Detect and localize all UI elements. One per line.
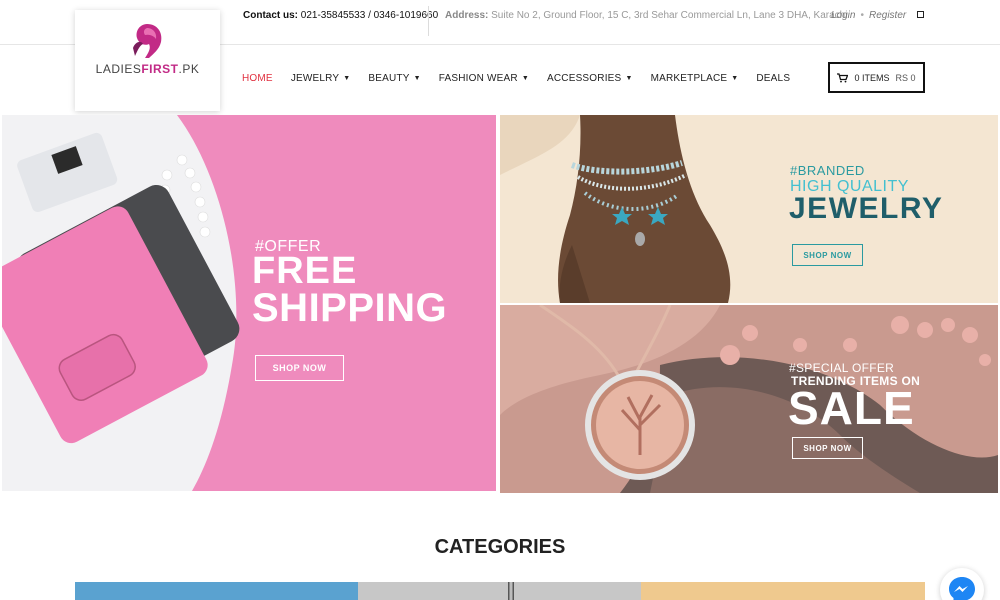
- cart-total: RS 0: [895, 72, 916, 83]
- category-card-3[interactable]: [641, 582, 925, 600]
- messenger-icon: [949, 577, 975, 600]
- pendant-product-image: [500, 305, 998, 493]
- contact-phone: 021-35845533 / 0346-1019660: [300, 10, 439, 21]
- logo-text: LADIESFIRST.PK: [95, 62, 200, 76]
- caret-down-icon: ▼: [413, 75, 421, 82]
- caret-down-icon: ▼: [731, 75, 739, 82]
- banner-heading: SHIPPING: [252, 286, 448, 330]
- main-nav: HOME JEWELRY ▼ BEAUTY ▼ FASHION WEAR ▼ ACCE…: [242, 73, 808, 84]
- banner-jewelry[interactable]: #BRANDED HIGH QUALITY JEWELRY SHOP NOW: [500, 115, 998, 303]
- nav-fashion-wear[interactable]: FASHION WEAR ▼: [439, 73, 529, 84]
- dot-separator: •: [860, 10, 864, 21]
- banner-tag: #BRANDED: [790, 163, 865, 178]
- cart-item-count: 0 ITEMS: [854, 72, 890, 83]
- caret-down-icon: ▼: [625, 75, 633, 82]
- banner-heading: JEWELRY: [789, 192, 944, 225]
- banner-tag: #SPECIAL OFFER: [789, 361, 895, 375]
- woman-profile-icon: [133, 24, 162, 58]
- address-value: Suite No 2, Ground Floor, 15 C, 3rd Seha…: [491, 10, 848, 21]
- cart-icon: [837, 72, 849, 82]
- categories-heading: CATEGORIES: [434, 536, 566, 558]
- nav-home[interactable]: HOME: [242, 73, 273, 84]
- banner-heading: SALE: [788, 382, 915, 434]
- nav-jewelry[interactable]: JEWELRY ▼: [291, 73, 351, 84]
- caret-down-icon: ▼: [521, 75, 529, 82]
- address-info: Address: Suite No 2, Ground Floor, 15 C,…: [445, 10, 847, 21]
- contact-info: Contact us: 021-35845533 / 0346-1019660: [243, 10, 438, 21]
- shop-now-button[interactable]: SHOP NOW: [792, 437, 863, 459]
- cart-button[interactable]: 0 ITEMS RS 0: [828, 62, 925, 93]
- banner-free-shipping[interactable]: #OFFER FREE SHIPPING SHOP NOW: [2, 115, 496, 491]
- category-card-2[interactable]: [358, 582, 641, 600]
- messenger-chat-button[interactable]: [940, 568, 984, 600]
- address-label: Address:: [445, 10, 489, 21]
- nav-accessories[interactable]: ACCESSORIES ▼: [547, 73, 633, 84]
- login-link[interactable]: Login: [831, 10, 855, 21]
- nav-deals[interactable]: DEALS: [756, 73, 790, 84]
- auth-links: Login • Register: [831, 10, 906, 21]
- divider: [428, 6, 429, 36]
- checkbox-icon[interactable]: [917, 11, 924, 18]
- shop-now-button[interactable]: SHOP NOW: [255, 355, 344, 381]
- banner-sale[interactable]: #SPECIAL OFFER TRENDING ITEMS ON SALE SH…: [500, 305, 998, 493]
- nav-beauty[interactable]: BEAUTY ▼: [368, 73, 420, 84]
- nav-marketplace[interactable]: MARKETPLACE ▼: [651, 73, 739, 84]
- banner-heading: FREE: [252, 250, 358, 292]
- caret-down-icon: ▼: [343, 75, 351, 82]
- category-card-1[interactable]: [75, 582, 358, 600]
- contact-label: Contact us:: [243, 10, 298, 21]
- shop-now-button[interactable]: SHOP NOW: [792, 244, 863, 266]
- register-link[interactable]: Register: [869, 10, 906, 21]
- site-logo[interactable]: LADIESFIRST.PK: [75, 10, 220, 111]
